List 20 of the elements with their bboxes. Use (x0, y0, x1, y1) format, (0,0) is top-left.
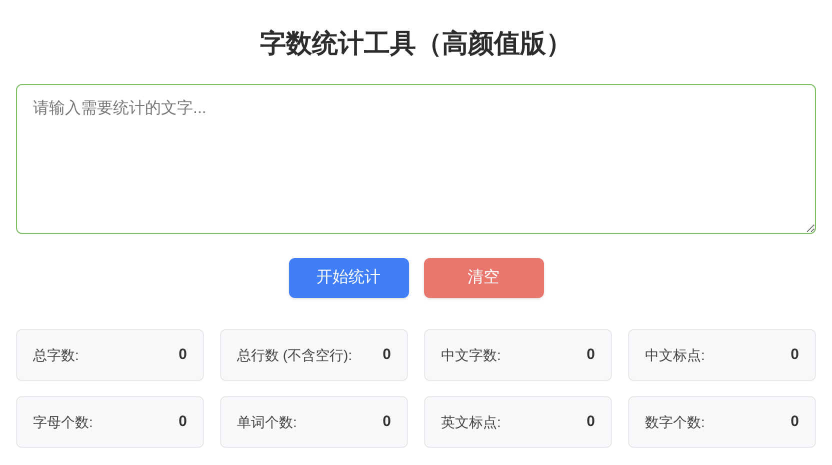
stat-value: 0 (586, 412, 595, 432)
stat-label: 总行数 (不含空行): (237, 346, 352, 365)
stat-value: 0 (790, 344, 799, 365)
stat-label: 英文标点: (441, 412, 501, 432)
page-title: 字数统计工具（高颜值版） (259, 27, 573, 60)
stat-label: 总字数: (33, 346, 79, 364)
stat-value: 0 (586, 344, 595, 365)
stat-label: 字母个数: (33, 412, 93, 432)
clear-button[interactable]: 清空 (424, 258, 544, 298)
stat-value: 0 (178, 412, 187, 432)
stat-label: 中文标点: (645, 346, 705, 364)
stat-value: 0 (790, 412, 799, 432)
stat-label: 数字个数: (645, 412, 705, 432)
stat-value: 0 (178, 344, 187, 365)
start-button[interactable]: 开始统计 (288, 258, 408, 298)
stat-value: 0 (382, 412, 391, 432)
text-input-field[interactable]: 请输入需要统计的文字... (16, 84, 816, 234)
stat-value: 0 (382, 344, 391, 365)
stat-label: 中文字数: (441, 346, 501, 364)
stat-label: 单词个数: (237, 412, 297, 432)
